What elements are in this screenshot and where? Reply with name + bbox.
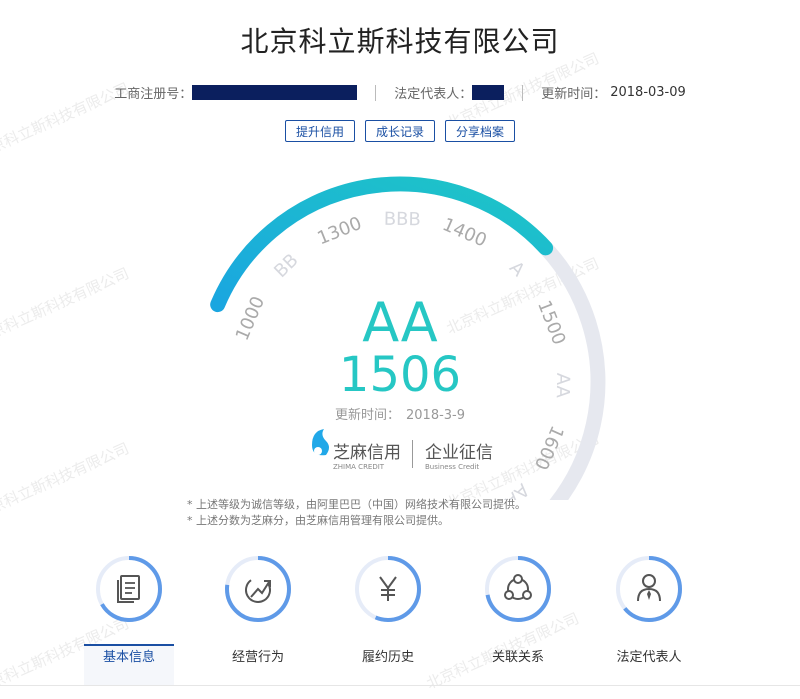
nav-label: 经营行为 [231, 650, 284, 665]
brand2-name-cn: 企业征信 [425, 443, 493, 463]
brand-name-en: ZHIMA CREDIT [333, 463, 385, 471]
credit-gauge: 1000BB1300BBB1400A1500AA1600AAA2000 AA 1… [210, 176, 606, 500]
disclaimer-notes: * 上述等级为诚信等级，由阿里巴巴（中国）网络技术有限公司提供。 * 上述分数为… [187, 497, 526, 529]
gauge-update-value: 2018-3-9 [406, 408, 465, 423]
network-icon [485, 556, 551, 622]
brand2-name-en: Business Credit [425, 463, 479, 471]
nav-icon-circle [94, 554, 164, 624]
person-icon [616, 556, 682, 622]
brand-name-cn: 芝麻信用 [333, 443, 401, 463]
credit-score: 1506 [339, 347, 461, 403]
gauge-tick-label: A [505, 257, 529, 281]
nav-icon-circle [223, 554, 293, 624]
zhima-logo-icon [314, 447, 322, 455]
gauge-update-time: 更新时间： 2018-3-9 [335, 407, 465, 423]
gauge-tick-label: BBB [384, 209, 421, 231]
trend-up-icon [225, 556, 291, 622]
nav-label: 关联关系 [491, 650, 544, 665]
nav-label: 法定代表人 [616, 650, 682, 665]
gauge-tick-label: 1000 [232, 293, 269, 343]
gauge-tick-label: 1300 [314, 213, 364, 250]
nav-performance-history[interactable]: 履约历史 [323, 548, 453, 665]
zhima-logo: 芝麻信用 ZHIMA CREDIT 企业征信 Business Credit [312, 429, 493, 471]
nav-icon-circle [614, 554, 684, 624]
nav-icon-circle [353, 554, 423, 624]
brand-divider [412, 440, 413, 468]
nav-business-behavior[interactable]: 经营行为 [193, 548, 323, 665]
disclaimer-line: * 上述分数为芝麻分，由芝麻信用管理有限公司提供。 [187, 514, 449, 527]
nav-divider [0, 685, 800, 686]
gauge-tick-label: 1600 [530, 422, 568, 472]
gauge-update-label: 更新时间： [335, 407, 400, 423]
gauge-tick-label: BB [270, 250, 302, 282]
document-icon [96, 556, 162, 622]
nav-label: 基本信息 [102, 650, 155, 665]
gauge-tick-label: 1500 [533, 298, 569, 348]
gauge-tick-label: AA [552, 373, 574, 399]
yen-icon [355, 556, 421, 622]
disclaimer-line: * 上述等级为诚信等级，由阿里巴巴（中国）网络技术有限公司提供。 [187, 498, 526, 511]
gauge-progress [210, 176, 554, 313]
nav-relationships[interactable]: 关联关系 [453, 548, 583, 665]
section-nav: 基本信息 经营行为 履约历史 关联关系 法定代表人 [0, 548, 800, 691]
nav-basic-info[interactable]: 基本信息 [64, 548, 194, 665]
credit-grade: AA [362, 291, 437, 354]
nav-icon-circle [483, 554, 553, 624]
gauge-tick-label: 1400 [439, 214, 489, 251]
nav-legal-representative[interactable]: 法定代表人 [584, 548, 714, 665]
nav-label: 履约历史 [361, 650, 414, 665]
